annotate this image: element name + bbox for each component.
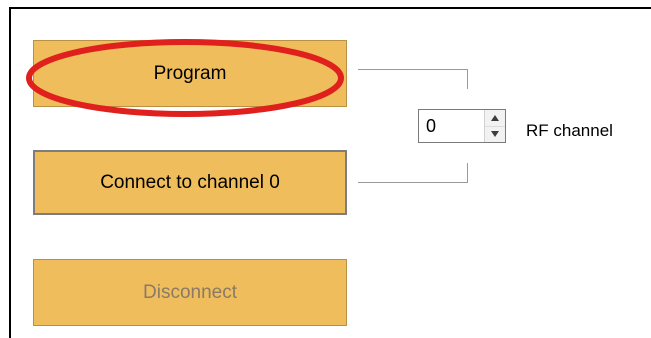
disconnect-button-label: Disconnect [143,281,237,303]
program-button-label: Program [153,62,227,84]
program-button[interactable]: Program [33,40,347,107]
rf-channel-spinner[interactable]: 0 [418,109,506,143]
connect-channel-button[interactable]: Connect to channel 0 [33,150,347,215]
app-panel: Program Connect to channel 0 Disconnect … [0,0,651,338]
spinner-buttons [484,110,505,142]
connect-button-label: Connect to channel 0 [100,171,280,193]
bracket-top-vertical [467,69,468,89]
bracket-bottom-horizontal [358,182,468,183]
triangle-up-icon [491,114,499,121]
panel-left-border [9,7,11,338]
spinner-up-button[interactable] [485,110,505,127]
rf-channel-value[interactable]: 0 [419,110,484,142]
rf-channel-label: RF channel [526,121,613,140]
bracket-top-horizontal [358,69,468,70]
spinner-down-button[interactable] [485,126,505,142]
panel-top-border [9,7,651,9]
bracket-bottom-vertical [467,163,468,183]
disconnect-button: Disconnect [33,259,347,326]
triangle-down-icon [491,131,499,138]
